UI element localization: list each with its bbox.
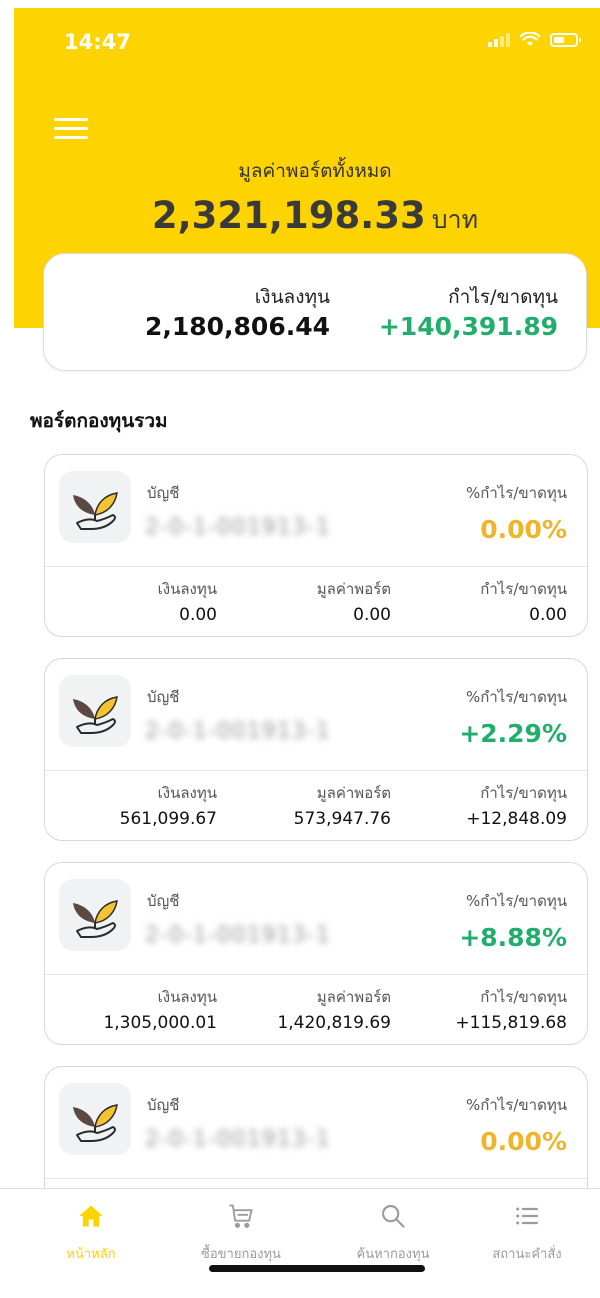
- pl-value: +115,819.68: [455, 1013, 567, 1033]
- investment-value: 2,180,806.44: [144, 312, 330, 341]
- port-label: มูลค่าพอร์ต: [316, 580, 391, 598]
- invest-label: เงินลงทุน: [157, 580, 217, 598]
- tab-trade-label: ซื้อขายกองทุน: [201, 1247, 281, 1262]
- port-value: 0.00: [353, 605, 391, 625]
- pl-column: กำไร/ขาดทุน +115,819.68: [455, 985, 567, 1033]
- port-column: มูลค่าพอร์ต 0.00: [317, 577, 391, 625]
- pct-value: +8.88%: [459, 923, 567, 952]
- invest-value: 1,305,000.01: [103, 1013, 217, 1033]
- pct-label: %กำไร/ขาดทุน: [466, 1096, 567, 1114]
- bottom-tab-bar: หน้าหลัก ซื้อขายกองทุน ค้นหากองทุน สถานะ…: [0, 1188, 600, 1298]
- list-icon: [452, 1201, 600, 1231]
- wifi-icon: [520, 32, 540, 46]
- search-icon: [318, 1201, 468, 1231]
- account-number: 2-0-1-001913-1: [145, 1127, 331, 1152]
- status-time: 14:47: [64, 30, 131, 54]
- card-divider: [45, 566, 587, 567]
- tab-search[interactable]: ค้นหากองทุน: [318, 1201, 468, 1264]
- summary-card: เงินลงทุน 2,180,806.44 กำไร/ขาดทุน +140,…: [43, 253, 587, 371]
- pl-value: +12,848.09: [466, 809, 567, 829]
- card-divider: [45, 974, 587, 975]
- invest-label: เงินลงทุน: [157, 988, 217, 1006]
- account-label: บัญชี: [147, 688, 180, 706]
- account-card[interactable]: บัญชี 2-0-1-001913-1 %กำไร/ขาดทุน +2.29%…: [44, 658, 588, 841]
- status-icons: [488, 32, 581, 47]
- port-label: มูลค่าพอร์ต: [316, 988, 391, 1006]
- signal-icon: [488, 32, 510, 47]
- plant-icon: [59, 1083, 131, 1155]
- pl-column: กำไร/ขาดทุน 0.00: [480, 577, 567, 625]
- invest-column: เงินลงทุน 1,305,000.01: [103, 985, 217, 1033]
- home-icon: [16, 1201, 166, 1231]
- plant-icon: [59, 675, 131, 747]
- pct-value: +2.29%: [459, 719, 567, 748]
- pl-column: กำไร/ขาดทุน +12,848.09: [466, 781, 567, 829]
- invest-column: เงินลงทุน 561,099.67: [120, 781, 217, 829]
- pct-label: %กำไร/ขาดทุน: [466, 484, 567, 502]
- account-label: บัญชี: [147, 1096, 180, 1114]
- plant-icon: [59, 471, 131, 543]
- profit-label: กำไร/ขาดทุน: [448, 286, 558, 308]
- investment-label: เงินลงทุน: [254, 286, 330, 308]
- plant-icon: [59, 879, 131, 951]
- port-column: มูลค่าพอร์ต 1,420,819.69: [277, 985, 391, 1033]
- invest-value: 561,099.67: [119, 809, 217, 829]
- invest-label: เงินลงทุน: [157, 784, 217, 802]
- card-divider: [45, 1178, 587, 1179]
- invest-column: เงินลงทุน 0.00: [158, 577, 217, 625]
- pl-label: กำไร/ขาดทุน: [480, 988, 567, 1006]
- tab-home-label: หน้าหลัก: [66, 1247, 116, 1262]
- pct-label: %กำไร/ขาดทุน: [466, 688, 567, 706]
- home-indicator: [209, 1265, 425, 1272]
- pct-value: 0.00%: [480, 1127, 567, 1156]
- port-column: มูลค่าพอร์ต 573,947.76: [294, 781, 391, 829]
- account-number: 2-0-1-001913-1: [145, 923, 331, 948]
- account-label: บัญชี: [147, 484, 180, 502]
- account-card[interactable]: บัญชี 2-0-1-001913-1 %กำไร/ขาดทุน +8.88%…: [44, 862, 588, 1045]
- port-value: 573,947.76: [293, 809, 391, 829]
- card-divider: [45, 770, 587, 771]
- port-label: มูลค่าพอร์ต: [316, 784, 391, 802]
- pl-label: กำไร/ขาดทุน: [480, 580, 567, 598]
- pct-value: 0.00%: [480, 515, 567, 544]
- account-card[interactable]: บัญชี 2-0-1-001913-1 %กำไร/ขาดทุน 0.00%: [44, 1066, 588, 1206]
- pl-value: 0.00: [529, 605, 567, 625]
- account-number: 2-0-1-001913-1: [145, 515, 331, 540]
- total-portfolio-label: มูลค่าพอร์ตทั้งหมด: [238, 160, 392, 182]
- profit-value: +140,391.89: [378, 312, 558, 341]
- tab-order-status-label: สถานะคำสั่ง: [492, 1247, 562, 1262]
- pct-label: %กำไร/ขาดทุน: [466, 892, 567, 910]
- total-portfolio-amount: 2,321,198.33: [151, 194, 426, 237]
- account-card[interactable]: บัญชี 2-0-1-001913-1 %กำไร/ขาดทุน 0.00% …: [44, 454, 588, 637]
- total-portfolio-value: 2,321,198.33 บาท: [0, 194, 600, 240]
- battery-icon: [550, 32, 581, 47]
- tab-order-status[interactable]: สถานะคำสั่ง: [452, 1201, 600, 1264]
- pl-label: กำไร/ขาดทุน: [480, 784, 567, 802]
- invest-value: 0.00: [179, 605, 217, 625]
- account-number: 2-0-1-001913-1: [145, 719, 331, 744]
- tab-home[interactable]: หน้าหลัก: [16, 1201, 166, 1264]
- tab-search-label: ค้นหากองทุน: [356, 1247, 430, 1262]
- hamburger-menu-button[interactable]: [54, 118, 88, 140]
- port-value: 1,420,819.69: [277, 1013, 391, 1033]
- tab-trade[interactable]: ซื้อขายกองทุน: [166, 1201, 316, 1264]
- account-label: บัญชี: [147, 892, 180, 910]
- cart-icon: [166, 1201, 316, 1231]
- total-portfolio-unit: บาท: [431, 205, 479, 234]
- section-title: พอร์ตกองทุนรวม: [30, 410, 168, 432]
